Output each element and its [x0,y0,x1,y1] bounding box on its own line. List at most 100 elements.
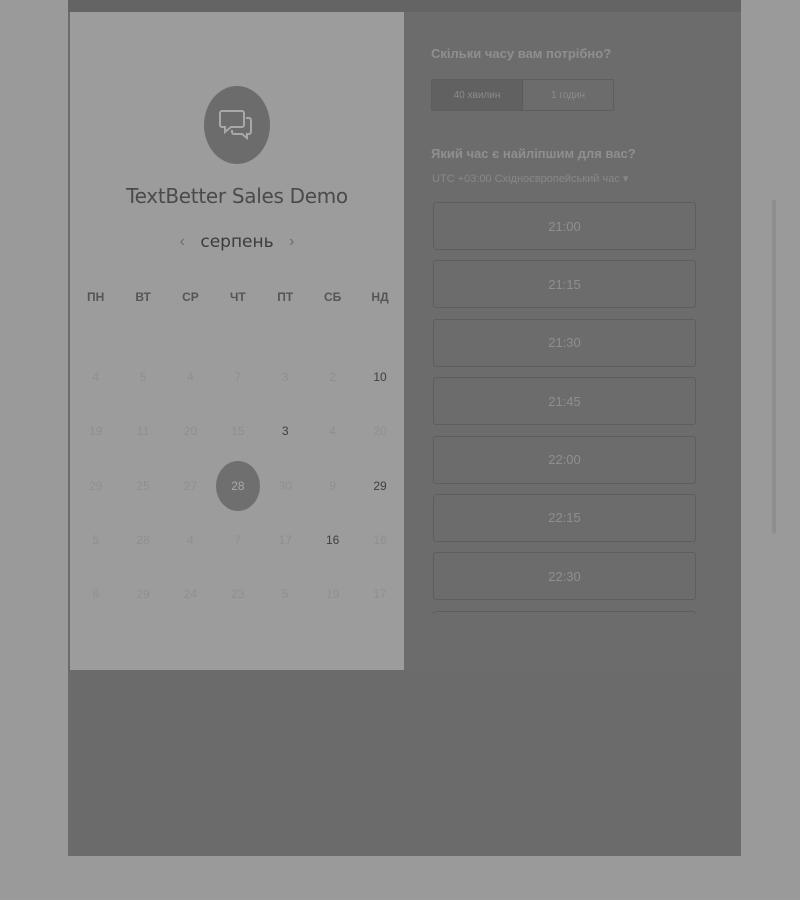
calendar-day: 4 [167,513,214,567]
weekday-label: СР [182,290,199,304]
top-bar [68,0,741,12]
calendar-day-label: 11 [136,424,150,439]
timezone-dropdown[interactable]: UTC +03:00 Східноєвропейський час ▾ [432,172,628,185]
chat-bubbles-icon [219,110,252,141]
calendar-day: 4 [72,350,119,404]
calendar-day-label: 8 [92,587,100,602]
weekday-header: ПН ВТ СР ЧТ ПТ СБ НД [72,290,404,306]
calendar-day: 17 [356,567,403,621]
calendar-day: 17 [262,513,309,567]
calendar-days: 4 5 4 7 3 2 10 19 11 20 15 3 4 20 29 25 27 28 30 9 29 5 28 4 7 17… [72,350,404,621]
time-question: Який час є найліпшим для вас? [431,146,636,161]
time-slot-button[interactable]: 22:45 [433,610,696,614]
weekday-label: НД [371,290,389,304]
calendar-day: 30 [262,459,309,513]
calendar-day: 8 [72,567,119,621]
duration-option-1h[interactable]: 1 годин [523,80,613,110]
calendar-day: 3 [262,350,309,404]
calendar-day-label: 17 [278,533,292,548]
time-panel: Скільки часу вам потрібно? 40 хвилин 1 г… [404,12,776,670]
calendar-day-label: 4 [187,370,194,385]
calendar-day-label: 4 [92,370,100,385]
time-slot-button[interactable]: 22:00 [433,435,696,484]
calendar-day-label: 5 [281,587,289,602]
calendar-day-label: 9 [329,478,336,493]
calendar-day-label: 28 [231,478,245,493]
time-slot-button[interactable]: 21:45 [433,377,696,426]
calendar-day-selected[interactable]: 28 [214,459,261,513]
calendar-day: 20 [356,404,403,458]
calendar-day: 5 [72,513,119,567]
calendar-day: 20 [167,404,214,458]
calendar-day-label: 24 [183,587,198,602]
slot-scrollbar[interactable] [772,200,776,534]
calendar-day-label: 30 [278,478,292,493]
weekday-label: ПН [87,290,105,304]
calendar-day-label: 20 [183,424,198,439]
calendar-day-label: 4 [329,424,336,439]
calendar-day: 29 [119,567,166,621]
calendar-day-label: 29 [373,478,387,493]
event-avatar [204,86,270,164]
time-slot-button[interactable]: 22:15 [433,493,696,542]
chevron-left-icon[interactable]: ‹ [174,233,190,251]
calendar-day: 23 [214,567,261,621]
calendar-day: 15 [214,404,261,458]
month-navigation: ‹ серпень › [70,230,404,254]
calendar-day-label: 29 [89,478,103,493]
weekday-label: ЧТ [229,290,246,304]
weekday-label: ПТ [277,290,294,304]
calendar-day-label: 5 [92,533,100,548]
time-slot-button[interactable]: 22:30 [433,552,696,601]
calendar-day: 25 [119,459,166,513]
duration-selector: 40 хвилин 1 годин [431,79,614,111]
calendar-day-label: 10 [373,370,387,385]
calendar-day[interactable]: 10 [356,350,403,404]
calendar-day: 4 [167,350,214,404]
calendar-day: 7 [214,350,261,404]
calendar-day-label: 20 [373,424,387,439]
calendar-day[interactable]: 29 [356,459,403,513]
chevron-right-icon[interactable]: › [284,233,300,251]
calendar-day-label: 5 [139,370,147,385]
calendar-day: 7 [214,513,261,567]
calendar-day: 28 [119,513,166,567]
weekday-label: СБ [324,290,342,304]
calendar-day-label: 23 [231,587,245,602]
calendar-day-label: 3 [281,370,289,385]
calendar-day: 11 [119,404,166,458]
calendar-day: 2 [309,350,356,404]
calendar-day: 19 [309,567,356,621]
calendar-day: 5 [262,567,309,621]
calendar-day: 9 [309,459,356,513]
duration-question: Скільки часу вам потрібно? [431,46,612,61]
time-slot-list: 21:00 21:15 21:30 21:45 22:00 22:15 22:30 22:45 [433,202,698,614]
calendar-day-label: 16 [373,533,387,548]
weekday-label: ВТ [135,290,151,304]
calendar-day: 24 [167,567,214,621]
duration-option-40min[interactable]: 40 хвилин [432,80,523,110]
time-slot-button[interactable]: 21:30 [433,318,696,367]
event-title: TextBetter Sales Demo [126,184,348,208]
calendar-day-label: 16 [325,533,340,548]
calendar-day-label: 28 [136,533,150,548]
calendar-day: 27 [167,459,214,513]
calendar-day-label: 2 [329,370,336,385]
calendar-day: 5 [119,350,166,404]
time-slot-button[interactable]: 21:00 [433,202,696,250]
calendar-day-label: 17 [373,587,387,602]
calendar-panel: TextBetter Sales Demo ‹ серпень › ПН ВТ … [70,12,404,670]
calendar-day-label: 4 [187,533,194,548]
time-slot-button[interactable]: 21:15 [433,260,696,309]
calendar-day[interactable]: 3 [262,404,309,458]
calendar-day-label: 7 [234,533,242,548]
calendar-day-label: 3 [281,424,289,439]
calendar-day: 29 [72,459,119,513]
calendar-day: 16 [356,513,403,567]
calendar-day-label: 25 [136,478,150,493]
month-label: серпень [200,232,274,252]
calendar-day[interactable]: 16 [309,513,356,567]
calendar-day: 19 [72,404,119,458]
calendar-day-label: 29 [136,587,150,602]
calendar-day: 4 [309,404,356,458]
